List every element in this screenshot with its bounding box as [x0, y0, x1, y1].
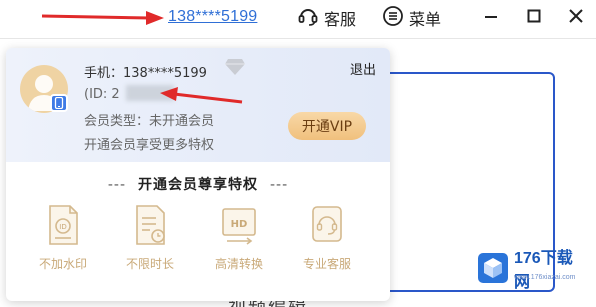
maximize-icon: [526, 8, 542, 28]
svg-text:HD: HD: [231, 219, 248, 230]
hd-conversion-icon: HD: [222, 208, 256, 245]
member-type: 会员类型：未开通会员: [84, 114, 215, 129]
privileges-title: --- 开通会员尊享特权 ---: [107, 177, 289, 193]
maximize-button[interactable]: [522, 6, 546, 30]
feature-label: 不加水印: [38, 257, 87, 271]
watermark-domain: www.176xiazai.com: [514, 274, 576, 281]
minimize-icon: [483, 8, 499, 28]
unlimited-duration-icon: [136, 205, 165, 245]
account-id: (ID: 2: [84, 87, 120, 102]
member-hint: 开通会员享受更多特权: [84, 138, 215, 153]
headset-icon: [297, 5, 324, 31]
menu-label: 菜单: [409, 10, 442, 29]
svg-text:ID: ID: [59, 223, 66, 231]
account-phone-link[interactable]: 138****5199: [168, 8, 257, 26]
watermark-brand: 176下载网: [514, 250, 573, 291]
diamond-icon: [224, 58, 246, 80]
no-watermark-icon: ID: [49, 205, 78, 245]
pro-support-icon: [312, 206, 342, 242]
title-divider: [0, 38, 596, 39]
feature-label: 不限时长: [125, 257, 174, 271]
phone-badge-icon: [50, 94, 68, 112]
feature-unlimited-duration: 不限时长: [113, 203, 187, 272]
close-icon: [568, 8, 584, 28]
annotation-arrow-top: [41, 11, 164, 25]
site-watermark: 176下载网 www.176xiazai.com: [478, 248, 588, 291]
minimize-button[interactable]: [479, 6, 503, 30]
feature-pro-support: 专业客服: [290, 203, 364, 272]
customer-service-label: 客服: [324, 10, 357, 29]
cube-logo-icon: [478, 253, 508, 283]
open-vip-button[interactable]: 开通VIP: [288, 112, 366, 140]
menu-icon: [382, 5, 409, 31]
annotation-arrow-id: [160, 87, 243, 104]
logout-button[interactable]: 退出: [350, 59, 376, 78]
menu-button[interactable]: 菜单: [382, 5, 441, 31]
customer-service-button[interactable]: 客服: [297, 5, 356, 31]
feature-label: 高清转换: [214, 257, 263, 271]
close-button[interactable]: [564, 6, 588, 30]
feature-label: 专业客服: [302, 257, 351, 271]
privileges-list: ID 不加水印 不限时长 HD 高清转换 专业客服: [26, 203, 366, 293]
account-phone: 手机：138****5199: [84, 66, 207, 81]
feature-hd-conversion: HD 高清转换: [202, 203, 276, 272]
feature-no-watermark: ID 不加水印: [26, 203, 100, 272]
